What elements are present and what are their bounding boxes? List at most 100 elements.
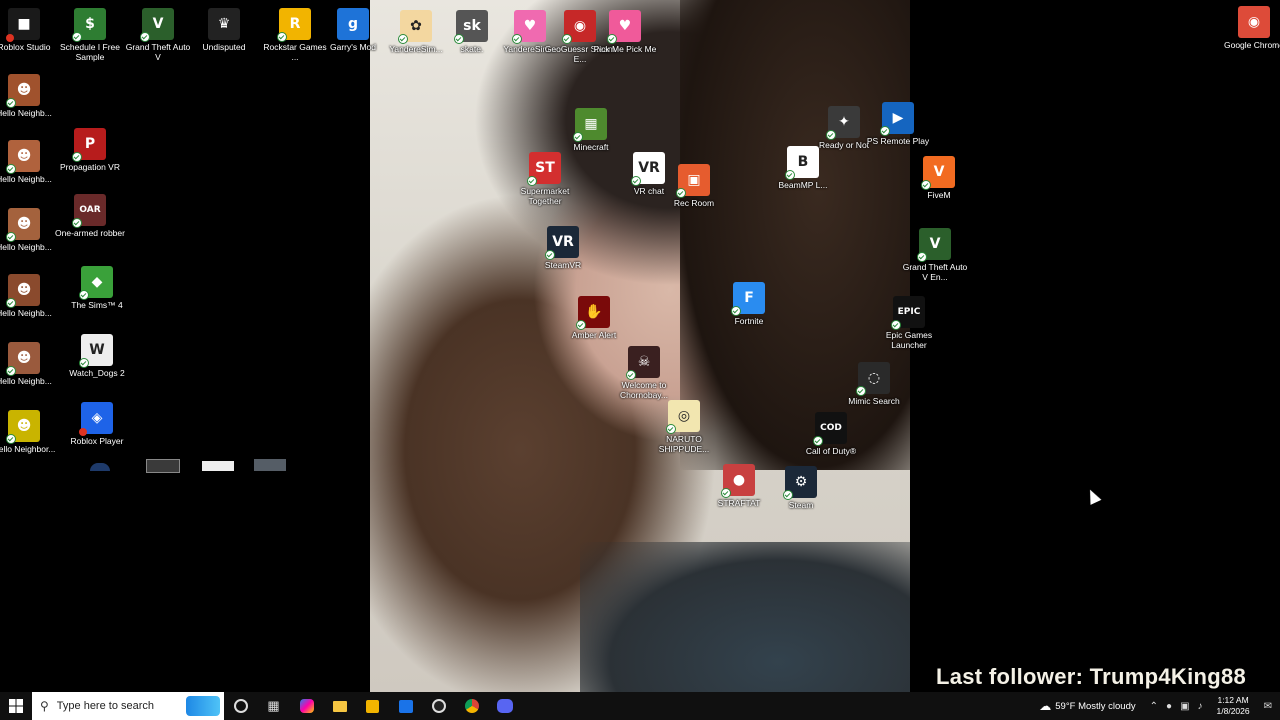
desktop-icon-label: Minecraft [573, 142, 609, 152]
desktop-icon-label: Watch_Dogs 2 [69, 368, 125, 378]
desktop-icon-center-21[interactable]: COD Call of Duty® [795, 412, 867, 456]
desktop-icon-label: Hello Neighb... [0, 242, 52, 252]
desktop-icon-center-11[interactable]: B BeamMP L... [767, 146, 839, 190]
task-view-icon[interactable]: ▦ [257, 692, 290, 720]
app-icon: R [277, 8, 311, 42]
desktop-icon-label: SteamVR [544, 260, 582, 270]
desktop-icon-center-23[interactable]: ⚙ Steam [765, 466, 837, 510]
notification-icon[interactable]: ✉ [1264, 701, 1272, 712]
clock-date: 1/8/2026 [1216, 706, 1250, 716]
desktop-icon-label: Schedule I Free Sample [59, 42, 120, 62]
desktop-icon-label: Steam [788, 500, 814, 510]
desktop-icon-left-3[interactable]: ♛ Undisputed [188, 8, 260, 52]
weather-widget[interactable]: ☁ 59°F Mostly cloudy [1039, 699, 1135, 713]
cortana-icon[interactable] [224, 692, 257, 720]
app-icon: ☻ [6, 208, 40, 242]
volume-icon[interactable]: ♪ [1198, 701, 1203, 712]
app-icon: W [79, 334, 113, 368]
sync-check-icon [545, 250, 555, 260]
desktop-icon-center-14[interactable]: V Grand Theft Auto V En... [899, 228, 971, 282]
chevron-up-icon[interactable]: ⌃ [1150, 701, 1158, 712]
partial-icon[interactable] [254, 459, 286, 471]
desktop-icon-label: Hello Neighb... [0, 108, 52, 118]
store-icon[interactable] [356, 692, 389, 720]
clock[interactable]: 1:12 AM 1/8/2026 [1217, 695, 1250, 717]
desktop-icon-label: Hello Neighbor... [0, 444, 56, 454]
sync-check-icon [6, 366, 16, 376]
microphone-icon[interactable]: ● [1166, 701, 1172, 712]
partial-icon-row [90, 459, 290, 473]
obs-icon[interactable] [422, 692, 455, 720]
network-icon[interactable]: ▣ [1180, 701, 1189, 712]
desktop-icon-left-15[interactable]: ◈ Roblox Player [61, 402, 133, 446]
desktop-icon-center-16[interactable]: EPIC Epic Games Launcher [873, 296, 945, 350]
desktop-icon-center-8[interactable]: ▣ Rec Room [658, 164, 730, 208]
desktop-icon-center-20[interactable]: ◎ NARUTO SHIPPUDE... [648, 400, 720, 454]
desktop-icon-left-7[interactable]: P Propagation VR [54, 128, 126, 172]
partial-icon[interactable] [146, 459, 180, 473]
desktop-icon-center-6[interactable]: ST Supermarket Together [509, 152, 581, 206]
desktop-icon-center-10[interactable]: ▶ PS Remote Play [862, 102, 934, 146]
desktop-icon-center-15[interactable]: F Fortnite [713, 282, 785, 326]
windows-logo-icon [9, 699, 23, 713]
desktop-icon-left-8[interactable]: ☻ Hello Neighb... [0, 140, 60, 184]
partial-icon[interactable] [90, 463, 110, 471]
start-button[interactable] [0, 692, 32, 720]
sync-check-icon [6, 164, 16, 174]
desktop-icon-center-19[interactable]: ◌ Mimic Search [838, 362, 910, 406]
sync-check-icon [666, 424, 676, 434]
desktop-icon-right-0[interactable]: ◉ Google Chrome [1218, 6, 1280, 50]
desktop-icon-left-13[interactable]: W Watch_Dogs 2 [61, 334, 133, 378]
desktop-icon-left-9[interactable]: OAR One-armed robber [54, 194, 126, 238]
desktop-icon-left-16[interactable]: ☻Hello Neighbor... [0, 410, 60, 454]
desktop-icon-center-18[interactable]: ☠ Welcome to Chornobay... [608, 346, 680, 400]
desktop-icon-center-17[interactable]: ✋ Amber Alert [558, 296, 630, 340]
taskbar-search-box[interactable]: ⚲ Type here to search [32, 692, 224, 720]
app-icon: ☻ [6, 410, 40, 444]
desktop-icon-left-1[interactable]: $ Schedule I Free Sample [54, 8, 126, 62]
file-explorer-icon[interactable] [323, 692, 356, 720]
search-highlight-icon [186, 696, 220, 716]
sync-check-icon [527, 176, 537, 186]
sync-check-icon [721, 488, 731, 498]
sync-check-icon [6, 298, 16, 308]
sync-check-icon [631, 176, 641, 186]
desktop-icon-left-0[interactable]: ■ Roblox Studio [0, 8, 60, 52]
desktop-icon-left-14[interactable]: ☻ Hello Neighb... [0, 342, 60, 386]
app-icon: V [921, 156, 955, 190]
app-icon: ● [721, 464, 755, 498]
outlook-icon[interactable] [389, 692, 422, 720]
partial-icon[interactable] [202, 461, 234, 471]
desktop-icon-left-11[interactable]: ◆ The Sims™ 4 [61, 266, 133, 310]
copilot-icon[interactable] [290, 692, 323, 720]
desktop-icon-center-5[interactable]: ▦ Minecraft [555, 108, 627, 152]
desktop-icon-left-12[interactable]: ☻ Hello Neighb... [0, 274, 60, 318]
desktop-icon-left-2[interactable]: V Grand Theft Auto V [122, 8, 194, 62]
desktop-icon-center-4[interactable]: ♥ Pick Me Pick Me [589, 10, 661, 54]
desktop-icon-center-13[interactable]: VR SteamVR [527, 226, 599, 270]
sync-check-icon [921, 180, 931, 190]
app-icon: V [917, 228, 951, 262]
desktop-icon-label: Grand Theft Auto V En... [902, 262, 968, 282]
sync-check-icon [676, 188, 686, 198]
desktop-icon-left-5[interactable]: g Garry's Mod [317, 8, 389, 52]
desktop-icon-left-10[interactable]: ☻ Hello Neighb... [0, 208, 60, 252]
app-icon: sk [454, 10, 488, 44]
sync-error-icon [6, 34, 14, 42]
app-icon: ♥ [607, 10, 641, 44]
desktop-icon-left-6[interactable]: ☻ Hello Neighb... [0, 74, 60, 118]
desktop-icon-label: Undisputed [202, 42, 246, 52]
chrome-icon[interactable] [455, 692, 488, 720]
sync-check-icon [6, 98, 16, 108]
sync-check-icon [454, 34, 464, 44]
sync-check-icon [917, 252, 927, 262]
app-icon: ◎ [666, 400, 700, 434]
discord-icon[interactable] [488, 692, 521, 720]
desktop-icon-label: NARUTO SHIPPUDE... [658, 434, 710, 454]
sync-error-icon [79, 428, 87, 436]
desktop-icon-center-12[interactable]: V FiveM [903, 156, 975, 200]
app-icon: g [337, 8, 369, 40]
search-icon: ⚲ [40, 699, 49, 713]
last-follower-overlay: Last follower: Trump4King88 [936, 664, 1247, 689]
desktop-icon-label: Pick Me Pick Me [593, 44, 657, 54]
